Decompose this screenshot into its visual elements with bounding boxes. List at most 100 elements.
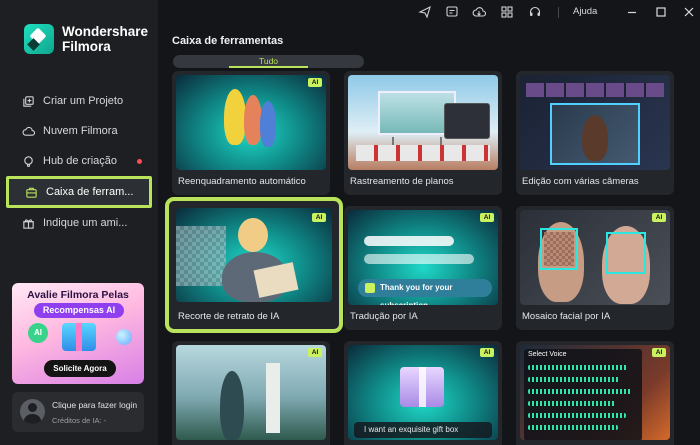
voice-waveform: [528, 389, 632, 394]
gift-icon: [23, 218, 34, 229]
chat-icon[interactable]: [445, 5, 459, 19]
bus: [356, 145, 490, 161]
ai-badge-icon: AI: [28, 323, 48, 343]
voice-waveform: [528, 377, 620, 382]
gift-box-icon: [62, 323, 96, 351]
help-menu[interactable]: Ajuda: [573, 6, 597, 17]
face-detection-box: [606, 232, 646, 274]
tool-card-ai-translation[interactable]: Thank you for your subscription AI Tradu…: [344, 206, 502, 330]
card-thumbnail: [348, 75, 498, 170]
ai-credits-text: Créditos de IA: -: [52, 416, 107, 425]
card-thumbnail: [520, 75, 670, 170]
card-title: Edição com várias câmeras: [522, 176, 639, 187]
ai-badge: AI: [312, 213, 326, 222]
cloud-icon: [22, 126, 35, 136]
close-icon[interactable]: [682, 5, 696, 19]
cloud-icon[interactable]: [472, 5, 486, 19]
sidebar-item-label: Caixa de ferram...: [46, 186, 134, 198]
tool-card-auto-reframe[interactable]: AI Reenquadramento automático: [172, 71, 330, 195]
ai-badge: AI: [652, 348, 666, 357]
sidebar-item-creation-hub[interactable]: Hub de criação: [0, 146, 158, 176]
sidebar-item-toolbox[interactable]: Caixa de ferram...: [6, 176, 152, 208]
login-link[interactable]: Clique para fazer login: [52, 400, 137, 410]
voice-waveform: [528, 365, 628, 370]
card-title: Rastreamento de planos: [350, 176, 454, 187]
tool-card-landscape[interactable]: AI: [172, 341, 330, 445]
titlebar-divider: [558, 7, 559, 18]
gift-box-image: [400, 367, 444, 407]
card-title: Tradução por IA: [350, 311, 418, 322]
logo-line2: Filmora: [62, 39, 111, 54]
tool-card-ai-face-mosaic[interactable]: AI Mosaico facial por IA: [516, 206, 674, 330]
ai-badge: AI: [652, 213, 666, 222]
prompt-input: I want an exquisite gift box: [354, 422, 492, 438]
avatar: [20, 399, 45, 424]
toolbox-icon: [26, 187, 37, 198]
tool-card-ai-portrait-cutout[interactable]: AI Recorte de retrato de IA: [165, 197, 343, 333]
rewards-promo-banner[interactable]: Avalie Filmora Pelas Recompensas AI AI S…: [12, 283, 144, 384]
tool-card-ai-voice[interactable]: Select Voice AI: [516, 341, 674, 445]
ai-badge: AI: [308, 78, 322, 87]
tool-card-ai-image[interactable]: I want an exquisite gift box AI: [344, 341, 502, 445]
page-title: Caixa de ferramentas: [172, 35, 284, 47]
card-title: Recorte de retrato de IA: [178, 311, 280, 322]
portrait-head: [238, 218, 268, 252]
card-thumbnail: [520, 210, 670, 305]
card-title: Reenquadramento automático: [178, 176, 306, 187]
person-figure: [224, 89, 246, 145]
sidebar-item-label: Criar um Projeto: [43, 95, 124, 107]
sidebar-item-label: Nuvem Filmora: [43, 125, 118, 137]
card-thumbnail: [176, 208, 332, 302]
ai-badge: AI: [308, 348, 322, 357]
chat-bubble: [364, 236, 454, 246]
sparkle-ball-icon: [116, 329, 132, 345]
headset-icon[interactable]: [528, 5, 542, 19]
sidebar-item-create-project[interactable]: Criar um Projeto: [0, 86, 158, 116]
send-icon[interactable]: [418, 5, 432, 19]
sidebar-item-label: Hub de criação: [43, 155, 117, 167]
camera-strip: [526, 83, 664, 97]
maximize-icon[interactable]: [654, 5, 668, 19]
logo-line1: Wondershare: [62, 24, 149, 39]
app-logo: Wondershare Filmora: [24, 24, 148, 54]
person-figure: [220, 371, 244, 440]
card-thumbnail: [176, 75, 326, 170]
tab-all[interactable]: Tudo: [173, 55, 364, 68]
titlebar: Ajuda: [158, 0, 700, 26]
person-figure: [260, 101, 276, 147]
tracking-panel: [444, 103, 490, 139]
notification-dot: [137, 159, 142, 164]
grid-icon[interactable]: [500, 5, 514, 19]
promo-title: Avalie Filmora Pelas: [27, 289, 129, 301]
tool-card-planar-tracking[interactable]: Rastreamento de planos: [344, 71, 502, 195]
subtitle-chip: Thank you for your subscription: [358, 279, 492, 305]
voice-waveform: [528, 425, 618, 430]
voice-waveform: [528, 401, 616, 406]
login-panel[interactable]: Clique para fazer login Créditos de IA: …: [12, 392, 144, 432]
sidebar-item-cloud[interactable]: Nuvem Filmora: [0, 116, 158, 146]
voice-waveform: [528, 413, 626, 418]
chat-bubble: [364, 254, 474, 264]
person-figure: [582, 115, 608, 161]
filmora-logo-icon: [24, 24, 54, 54]
voice-panel-title: Select Voice: [528, 351, 567, 358]
lighthouse: [266, 363, 280, 433]
card-thumbnail: [176, 345, 326, 440]
transparency-grid: [176, 226, 226, 286]
claim-now-button[interactable]: Solicite Agora: [44, 360, 116, 377]
sidebar-item-label: Indique um ami...: [43, 217, 128, 229]
face-detection-box: [540, 228, 578, 270]
tool-card-multicam[interactable]: Edição com várias câmeras: [516, 71, 674, 195]
card-thumbnail: Select Voice: [520, 345, 670, 440]
sidebar-item-refer-friend[interactable]: Indique um ami...: [0, 208, 158, 238]
card-thumbnail: Thank you for your subscription: [348, 210, 498, 305]
minimize-icon[interactable]: [625, 5, 639, 19]
sidebar: Wondershare Filmora Criar um Projeto Nuv…: [0, 0, 158, 445]
add-circle-icon: [23, 95, 34, 107]
card-thumbnail: I want an exquisite gift box: [348, 345, 498, 440]
bulb-icon: [24, 155, 33, 167]
promo-subtitle: Recompensas AI: [34, 303, 124, 318]
ai-badge: AI: [480, 213, 494, 222]
sidebar-nav: Criar um Projeto Nuvem Filmora Hub de cr…: [0, 86, 158, 238]
filmora-app: Wondershare Filmora Criar um Projeto Nuv…: [0, 0, 700, 445]
